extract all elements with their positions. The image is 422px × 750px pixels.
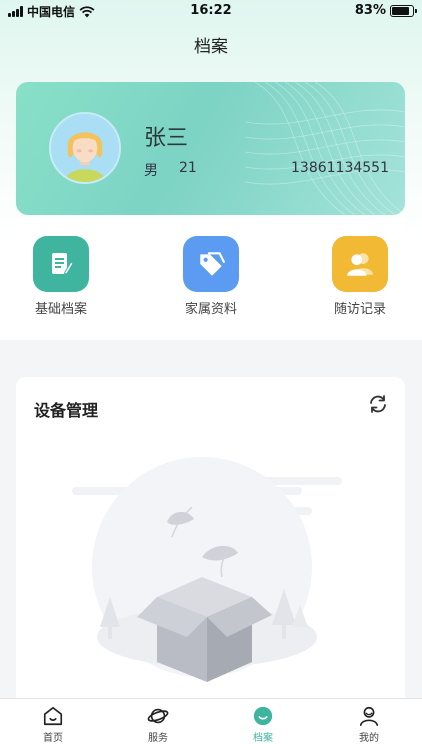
tab-mine[interactable]: 我的 (339, 705, 399, 744)
archive-icon (253, 706, 273, 726)
page-title: 档案 (194, 37, 228, 57)
profile-phone: 13861134551 (291, 160, 389, 176)
profile-age: 21 (179, 160, 197, 176)
status-bar: 中国电信 16:22 83% (0, 0, 422, 22)
home-icon (43, 706, 63, 726)
document-edit-icon (33, 236, 89, 292)
female-avatar-icon (51, 114, 119, 182)
planet-icon (147, 708, 169, 724)
quick-action-family-info[interactable]: 家属资料 (166, 236, 256, 317)
quick-action-label: 随访记录 (333, 302, 386, 317)
tab-services[interactable]: 服务 (128, 705, 188, 744)
tab-bar: 首页 服务 档案 我的 (0, 698, 422, 750)
user-icon (359, 706, 379, 726)
tab-label: 首页 (43, 733, 63, 744)
tab-home[interactable]: 首页 (23, 705, 83, 744)
quick-action-label: 家属资料 (184, 302, 237, 317)
wave-pattern-decoration (245, 82, 405, 215)
tab-label: 档案 (253, 733, 273, 744)
profile-name: 张三 (144, 126, 189, 151)
avatar[interactable] (49, 112, 121, 184)
tab-label: 服务 (148, 733, 168, 744)
user-group-icon (332, 236, 388, 292)
refresh-icon[interactable] (367, 393, 389, 415)
empty-box-illustration (72, 457, 342, 682)
tag-icon (183, 236, 239, 292)
tab-label: 我的 (359, 733, 379, 744)
quick-actions: 基础档案 家属资料 随访记录 (16, 218, 405, 324)
battery-icon (390, 4, 417, 17)
device-section-title: 设备管理 (34, 401, 99, 420)
battery-percent: 83% (354, 3, 386, 18)
profile-card[interactable]: 张三 男 21 13861134551 (16, 82, 405, 215)
quick-action-label: 基础档案 (34, 302, 87, 317)
quick-action-basic-record[interactable]: 基础档案 (16, 236, 106, 317)
profile-gender: 男 (144, 163, 158, 179)
quick-action-followup-records[interactable]: 随访记录 (315, 236, 405, 317)
device-management-card: 设备管理 (16, 377, 405, 707)
tab-archive[interactable]: 档案 (233, 705, 293, 744)
